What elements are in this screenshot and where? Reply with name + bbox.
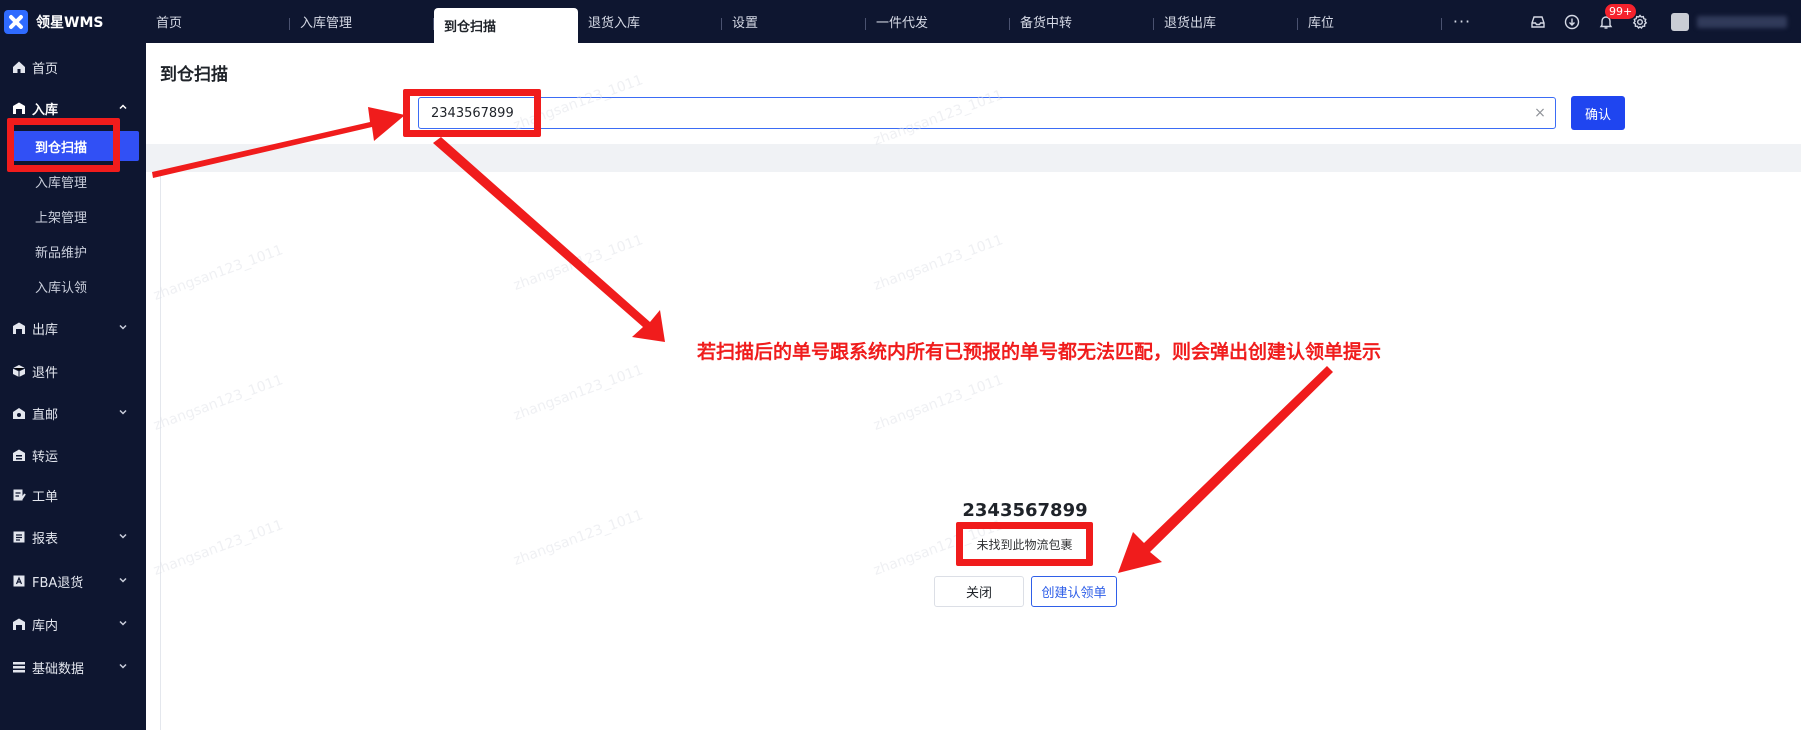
sidebar: 首页 入库 到仓扫描 入库管理 上架管理 新品维护 入库认领 出库 退件 直邮 … (0, 43, 146, 730)
chevron-down-icon (119, 533, 127, 539)
create-claim-button[interactable]: 创建认领单 (1031, 576, 1117, 607)
report-icon (12, 530, 26, 544)
sidebar-item-home[interactable]: 首页 (0, 52, 146, 82)
tab-stock-transfer[interactable]: 备货中转 (1010, 0, 1154, 43)
sidebar-item-label: 库内 (32, 618, 59, 634)
not-found-message: 未找到此物流包裹 (961, 528, 1088, 560)
sidebar-item-label: 出库 (32, 322, 59, 338)
package-icon (12, 364, 26, 378)
top-right-tools: 99+ (1513, 0, 1801, 43)
content-divider (146, 144, 1801, 172)
tab-settings[interactable]: 设置 (722, 0, 866, 43)
sidebar-item-transfer[interactable]: 转运 (0, 440, 146, 470)
sidebar-subitem-inbound-claim[interactable]: 入库认领 (0, 271, 146, 301)
sidebar-item-report[interactable]: 报表 (0, 522, 146, 552)
scan-input-wrapper: × (418, 97, 1556, 129)
sidebar-item-label: 转运 (32, 449, 59, 465)
annotation-text: 若扫描后的单号跟系统内所有已预报的单号都无法匹配，则会弹出创建认领单提示 (697, 341, 1382, 363)
tab-arrival-scan[interactable]: 到仓扫描 (434, 8, 578, 43)
username-blurred[interactable] (1697, 15, 1787, 28)
sidebar-item-label: FBA退货 (32, 575, 84, 591)
warehouse-icon (12, 617, 26, 631)
result-panel (160, 172, 1801, 730)
sidebar-subitem-putaway-management[interactable]: 上架管理 (0, 201, 146, 231)
chevron-down-icon (119, 577, 127, 583)
sidebar-item-label: 报表 (32, 531, 59, 547)
sidebar-item-direct-mail[interactable]: 直邮 (0, 398, 146, 428)
brand[interactable]: 领星WMS (0, 0, 146, 43)
sidebar-item-returns[interactable]: 退件 (0, 356, 146, 386)
tab-location[interactable]: 库位 (1298, 0, 1442, 43)
close-button[interactable]: 关闭 (934, 576, 1024, 607)
confirm-button[interactable]: 确认 (1571, 96, 1625, 130)
download-icon[interactable] (1563, 13, 1581, 31)
mail-icon (12, 406, 26, 420)
sidebar-subitem-arrival-scan[interactable]: 到仓扫描 (8, 131, 139, 161)
gear-icon[interactable] (1631, 13, 1649, 31)
sidebar-subitem-inbound-management[interactable]: 入库管理 (0, 166, 146, 196)
chevron-down-icon (119, 409, 127, 415)
inbox-icon[interactable] (1529, 13, 1547, 31)
more-tabs-button[interactable]: ··· (1442, 0, 1482, 43)
top-navbar: 领星WMS 首页 入库管理 到仓扫描 退货入库 设置 一件代发 备货中转 退货出… (0, 0, 1801, 43)
tab-return-inbound[interactable]: 退货入库 (578, 0, 722, 43)
brand-name: 领星WMS (36, 14, 104, 31)
ticket-icon (12, 488, 26, 502)
tab-home[interactable]: 首页 (146, 0, 290, 43)
bell-icon[interactable]: 99+ (1597, 3, 1637, 31)
warehouse-icon (12, 321, 26, 335)
transfer-icon (12, 448, 26, 462)
fba-icon (12, 574, 26, 588)
tab-dropshipping[interactable]: 一件代发 (866, 0, 1010, 43)
chevron-up-icon (119, 104, 127, 110)
sidebar-item-outbound[interactable]: 出库 (0, 313, 146, 343)
sidebar-item-label: 工单 (32, 489, 59, 505)
sidebar-item-base-data[interactable]: 基础数据 (0, 652, 146, 682)
tab-inbound-management[interactable]: 入库管理 (290, 0, 434, 43)
sidebar-item-label: 基础数据 (32, 661, 85, 677)
page-title: 到仓扫描 (160, 65, 228, 85)
data-icon (12, 660, 26, 674)
avatar[interactable] (1671, 12, 1689, 31)
sidebar-item-in-warehouse[interactable]: 库内 (0, 609, 146, 639)
chevron-down-icon (119, 324, 127, 330)
home-icon (12, 60, 26, 74)
sidebar-item-ticket[interactable]: 工单 (0, 480, 146, 510)
sidebar-item-inbound[interactable]: 入库 (0, 93, 146, 123)
scanned-number: 2343567899 (962, 500, 1088, 521)
sidebar-item-fba-returns[interactable]: FBA退货 (0, 566, 146, 596)
warehouse-icon (12, 101, 26, 115)
sidebar-item-label: 首页 (32, 61, 59, 77)
chevron-down-icon (119, 620, 127, 626)
sidebar-subitem-new-product[interactable]: 新品维护 (0, 236, 146, 266)
tab-return-outbound[interactable]: 退货出库 (1154, 0, 1298, 43)
sidebar-item-label: 退件 (32, 365, 59, 381)
top-tabs: 首页 入库管理 到仓扫描 退货入库 设置 一件代发 备货中转 退货出库 库位 ·… (146, 0, 1482, 43)
chevron-down-icon (119, 663, 127, 669)
sidebar-item-label: 直邮 (32, 407, 59, 423)
brand-logo-icon (4, 9, 28, 34)
sidebar-item-label: 入库 (32, 102, 59, 118)
clear-icon[interactable]: × (1533, 106, 1547, 120)
scan-input[interactable] (419, 98, 1555, 128)
